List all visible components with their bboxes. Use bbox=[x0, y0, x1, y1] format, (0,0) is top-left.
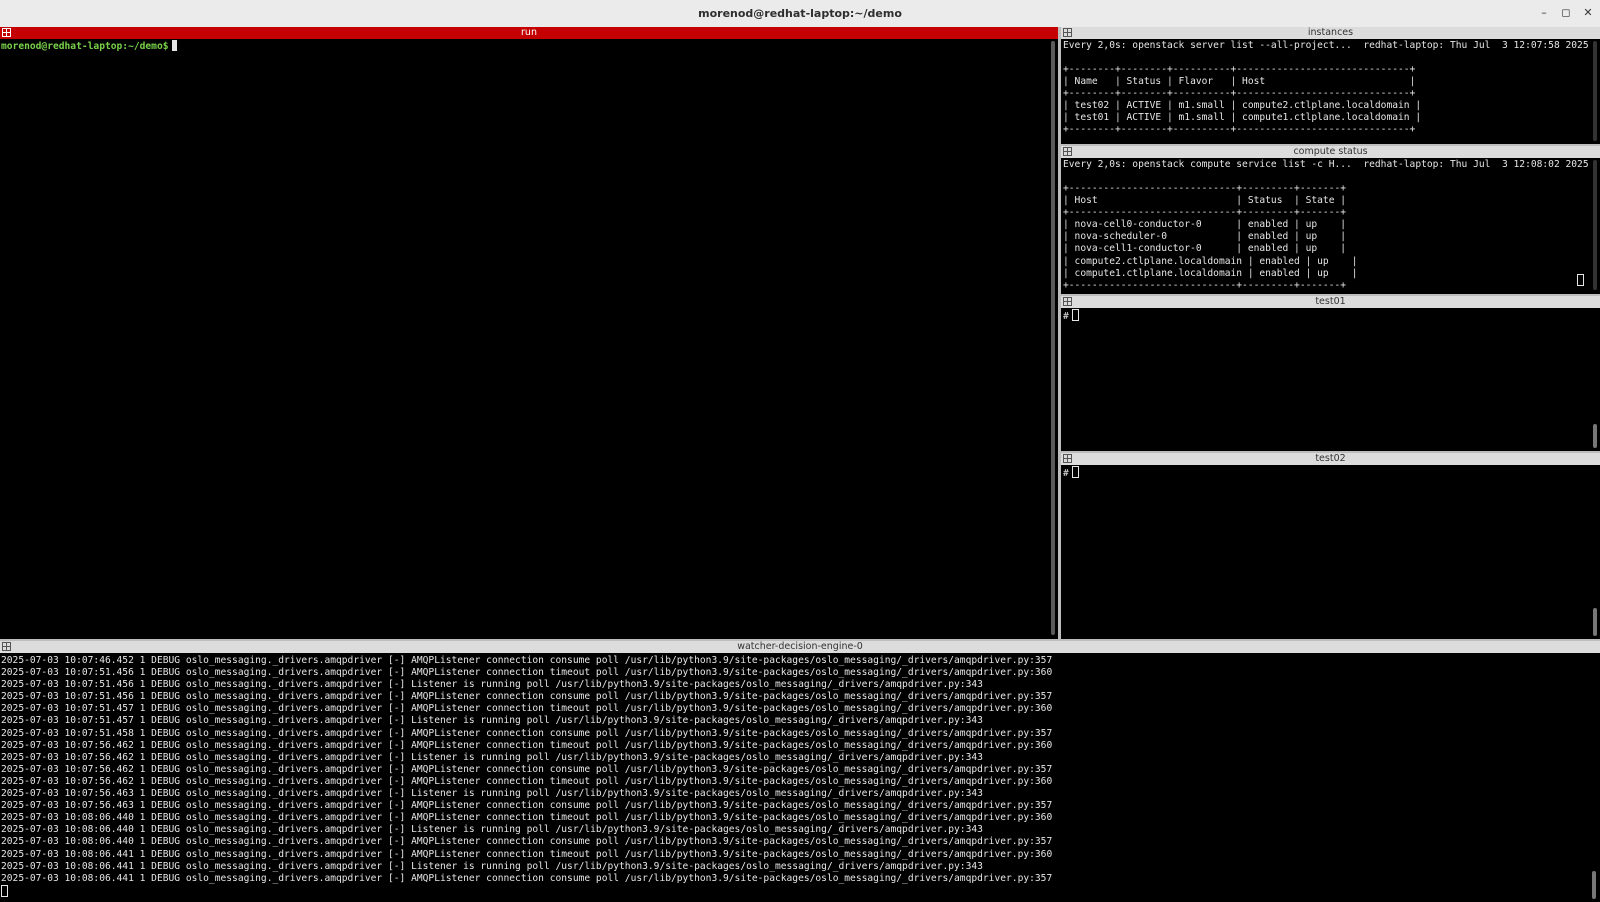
compute-status-pane-title: compute status bbox=[1293, 146, 1368, 157]
watcher-pane-title: watcher-decision-engine-0 bbox=[737, 641, 863, 652]
compute-status-pane-title-bar: compute status bbox=[1061, 146, 1600, 158]
test02-scrollbar[interactable] bbox=[1593, 608, 1597, 636]
test02-prompt: # bbox=[1063, 468, 1069, 479]
instances-pane[interactable]: instances Every 2,0s: openstack server l… bbox=[1061, 27, 1600, 144]
instances-watch-header: Every 2,0s: openstack server list --all-… bbox=[1063, 40, 1589, 51]
text-cursor bbox=[1071, 309, 1079, 321]
instances-scrollbar[interactable] bbox=[1593, 41, 1597, 141]
pane-menu-icon[interactable] bbox=[1063, 454, 1072, 463]
test01-pane-title: test01 bbox=[1315, 296, 1346, 307]
text-cursor bbox=[1071, 466, 1079, 478]
pane-menu-icon[interactable] bbox=[1063, 297, 1072, 306]
test02-pane[interactable]: test02 # bbox=[1061, 453, 1600, 639]
run-pane[interactable]: run morenod@redhat-laptop:~/demo$ bbox=[0, 27, 1058, 639]
watcher-pane-title-bar: watcher-decision-engine-0 bbox=[0, 641, 1600, 653]
pane-menu-icon[interactable] bbox=[2, 642, 11, 651]
test01-scrollbar[interactable] bbox=[1593, 424, 1597, 448]
test02-pane-title-bar: test02 bbox=[1061, 453, 1600, 465]
watcher-log-output: 2025-07-03 10:07:46.452 1 DEBUG oslo_mes… bbox=[1, 655, 1053, 884]
instances-pane-title: instances bbox=[1307, 27, 1354, 38]
test01-pane-title-bar: test01 bbox=[1061, 296, 1600, 308]
window-title: morenod@redhat-laptop:~/demo bbox=[698, 7, 902, 20]
test01-prompt: # bbox=[1063, 311, 1069, 322]
test02-terminal-line[interactable]: # bbox=[1063, 466, 1079, 480]
compute-status-scrollbar[interactable] bbox=[1593, 160, 1597, 290]
test01-terminal-line[interactable]: # bbox=[1063, 309, 1079, 323]
text-cursor bbox=[1, 885, 8, 897]
watcher-decision-engine-pane[interactable]: watcher-decision-engine-0 2025-07-03 10:… bbox=[0, 641, 1600, 902]
watcher-scrollbar[interactable] bbox=[1592, 871, 1596, 899]
pane-menu-icon[interactable] bbox=[2, 28, 11, 37]
run-prompt: morenod@redhat-laptop:~/demo$ bbox=[1, 41, 169, 52]
minimize-button[interactable]: – bbox=[1536, 5, 1552, 21]
close-button[interactable]: ✕ bbox=[1580, 5, 1596, 21]
maximize-button[interactable]: ◻ bbox=[1558, 5, 1574, 21]
instances-pane-title-bar: instances bbox=[1061, 27, 1600, 39]
window-titlebar: morenod@redhat-laptop:~/demo – ◻ ✕ bbox=[0, 0, 1600, 28]
instances-table: +--------+--------+----------+----------… bbox=[1063, 64, 1422, 136]
pane-menu-icon[interactable] bbox=[1063, 28, 1072, 37]
run-pane-title: run bbox=[521, 27, 537, 38]
pane-menu-icon[interactable] bbox=[1063, 147, 1072, 156]
run-terminal-line[interactable]: morenod@redhat-laptop:~/demo$ bbox=[1, 40, 177, 53]
run-scrollbar[interactable] bbox=[1051, 41, 1055, 635]
compute-status-pane[interactable]: compute status Every 2,0s: openstack com… bbox=[1061, 146, 1600, 294]
text-cursor bbox=[1577, 274, 1584, 286]
test01-pane[interactable]: test01 # bbox=[1061, 296, 1600, 451]
text-cursor bbox=[171, 40, 177, 51]
compute-status-watch-header: Every 2,0s: openstack compute service li… bbox=[1063, 159, 1589, 170]
test02-pane-title: test02 bbox=[1315, 453, 1346, 464]
run-pane-title-bar: run bbox=[0, 27, 1058, 39]
compute-status-table: +-----------------------------+---------… bbox=[1063, 183, 1358, 291]
